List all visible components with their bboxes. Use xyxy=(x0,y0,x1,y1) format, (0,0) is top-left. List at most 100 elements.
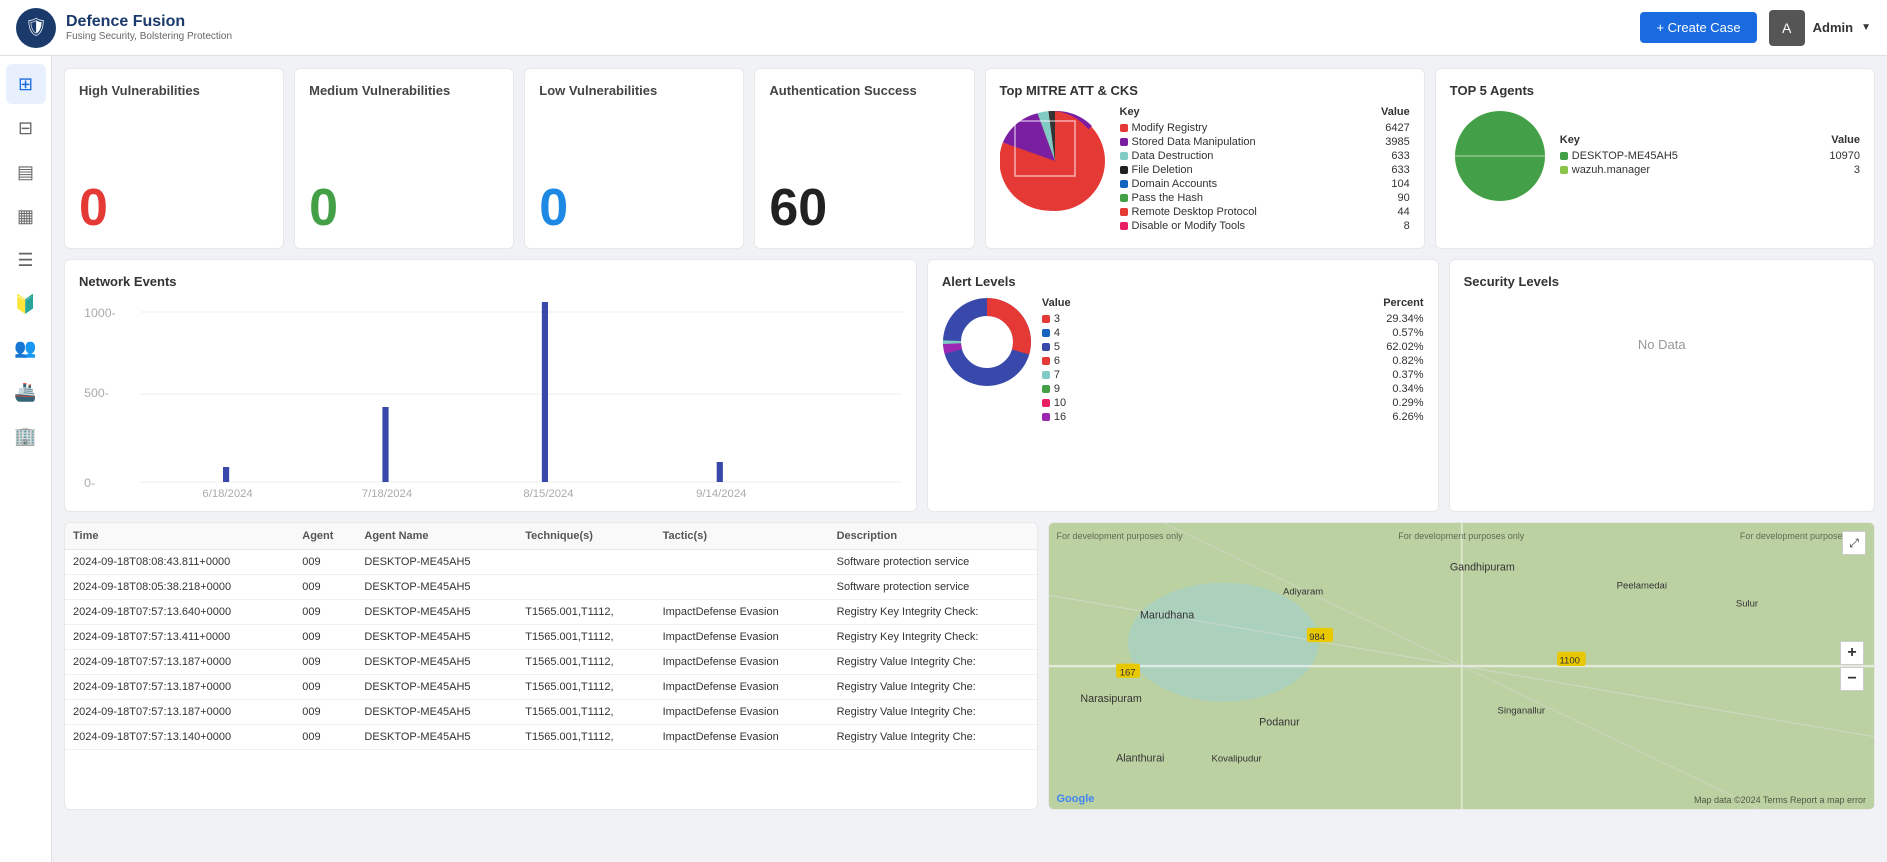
sidebar-item-shield[interactable]: 🔰 xyxy=(6,284,46,324)
alert-percent: 6.26% xyxy=(1392,411,1423,423)
create-case-button[interactable]: + Create Case xyxy=(1640,12,1756,43)
cell-time: 2024-09-18T07:57:13.187+0000 xyxy=(65,700,294,725)
alert-key: 16 xyxy=(1042,411,1066,423)
cell-tactics: ImpactDefense Evasion xyxy=(655,625,829,650)
legend-label: Stored Data Manipulation xyxy=(1132,136,1256,148)
sidebar-item-list[interactable]: ☰ xyxy=(6,240,46,280)
network-chart-area: 1000- 500- 0- 6/ xyxy=(79,297,902,497)
alert-label: 4 xyxy=(1054,327,1060,339)
app-title: Defence Fusion xyxy=(66,13,232,31)
cell-agent: 009 xyxy=(294,650,356,675)
alert-label: 3 xyxy=(1054,313,1060,325)
sidebar-item-building[interactable]: 🏢 xyxy=(6,416,46,456)
legend-dot xyxy=(1042,399,1050,407)
security-no-data: No Data xyxy=(1464,337,1860,352)
alert-legend-row: 100.29% xyxy=(1042,397,1424,409)
cell-agent-name: DESKTOP-ME45AH5 xyxy=(356,625,517,650)
col-agent-name: Agent Name xyxy=(356,523,517,550)
mitre-legend: Key Value Modify Registry6427Stored Data… xyxy=(1120,106,1410,234)
alert-key: 6 xyxy=(1042,355,1060,367)
cell-tactics: ImpactDefense Evasion xyxy=(655,650,829,675)
map-expand-button[interactable]: ⤢ xyxy=(1842,531,1866,555)
svg-text:500-: 500- xyxy=(84,386,109,400)
table-row[interactable]: 2024-09-18T08:08:43.811+0000 009 DESKTOP… xyxy=(65,550,1037,575)
cell-agent-name: DESKTOP-ME45AH5 xyxy=(356,650,517,675)
alert-percent: 0.82% xyxy=(1392,355,1423,367)
svg-text:Singanallur: Singanallur xyxy=(1497,706,1545,717)
cell-agent-name: DESKTOP-ME45AH5 xyxy=(356,725,517,750)
cell-description: Software protection service xyxy=(829,550,1037,575)
high-vuln-card: High Vulnerabilities 0 xyxy=(64,68,284,249)
cell-time: 2024-09-18T08:08:43.811+0000 xyxy=(65,550,294,575)
legend-label: wazuh.manager xyxy=(1572,164,1650,176)
legend-key: Stored Data Manipulation xyxy=(1120,136,1256,148)
alert-percent: 29.34% xyxy=(1386,313,1423,325)
cell-tactics: ImpactDefense Evasion xyxy=(655,675,829,700)
svg-text:1100: 1100 xyxy=(1559,656,1579,667)
sidebar-item-menu1[interactable]: ▤ xyxy=(6,152,46,192)
sidebar-item-grid[interactable]: ⊞ xyxy=(6,64,46,104)
table-row[interactable]: 2024-09-18T07:57:13.187+0000 009 DESKTOP… xyxy=(65,650,1037,675)
legend-label: Pass the Hash xyxy=(1132,192,1204,204)
cell-agent: 009 xyxy=(294,550,356,575)
alert-levels-title: Alert Levels xyxy=(942,274,1424,289)
sidebar-item-collapse[interactable]: ⊟ xyxy=(6,108,46,148)
map-card: Marudhana Adiyaram Gandhipuram Peelameda… xyxy=(1048,522,1876,810)
legend-dot xyxy=(1042,343,1050,351)
admin-area[interactable]: A Admin ▼ xyxy=(1769,10,1871,46)
auth-success-value: 60 xyxy=(769,182,827,234)
legend-key: Disable or Modify Tools xyxy=(1120,220,1246,232)
agents-key-header: Key xyxy=(1560,134,1580,146)
security-levels-title: Security Levels xyxy=(1464,274,1860,289)
table-row[interactable]: 2024-09-18T07:57:13.187+0000 009 DESKTOP… xyxy=(65,675,1037,700)
low-vuln-value: 0 xyxy=(539,182,568,234)
sidebar-item-ship[interactable]: 🚢 xyxy=(6,372,46,412)
map-placeholder: Marudhana Adiyaram Gandhipuram Peelameda… xyxy=(1049,523,1875,809)
svg-text:1000-: 1000- xyxy=(84,306,116,320)
legend-value: 6427 xyxy=(1385,122,1409,134)
table-row[interactable]: 2024-09-18T07:57:13.187+0000 009 DESKTOP… xyxy=(65,700,1037,725)
logo-area: 🛡 Defence Fusion Fusing Security, Bolste… xyxy=(16,8,232,48)
map-zoom-in-button[interactable]: + xyxy=(1840,641,1864,665)
cell-tactics: ImpactDefense Evasion xyxy=(655,600,829,625)
cell-agent: 009 xyxy=(294,600,356,625)
header-right: + Create Case A Admin ▼ xyxy=(1640,10,1871,46)
dev-label-1: For development purposes only xyxy=(1057,531,1183,541)
svg-text:Adiyaram: Adiyaram xyxy=(1282,587,1322,598)
mitre-card: Top MITRE ATT & CKS xyxy=(985,68,1425,249)
legend-dot xyxy=(1120,166,1128,174)
mitre-key-header: Key xyxy=(1120,106,1140,118)
medium-vuln-card: Medium Vulnerabilities 0 xyxy=(294,68,514,249)
cell-time: 2024-09-18T07:57:13.411+0000 xyxy=(65,625,294,650)
svg-text:9/14/2024: 9/14/2024 xyxy=(696,488,746,497)
table-row[interactable]: 2024-09-18T08:05:38.218+0000 009 DESKTOP… xyxy=(65,575,1037,600)
svg-text:8/15/2024: 8/15/2024 xyxy=(523,488,573,497)
map-zoom-controls: + − xyxy=(1840,641,1864,691)
mitre-legend-row: Remote Desktop Protocol44 xyxy=(1120,206,1410,218)
table-row[interactable]: 2024-09-18T07:57:13.140+0000 009 DESKTOP… xyxy=(65,725,1037,750)
cell-description: Registry Key Integrity Check: xyxy=(829,600,1037,625)
alert-label: 6 xyxy=(1054,355,1060,367)
legend-value: 104 xyxy=(1391,178,1409,190)
alert-legend-row: 90.34% xyxy=(1042,383,1424,395)
mitre-legend-rows: Modify Registry6427Stored Data Manipulat… xyxy=(1120,122,1410,232)
sidebar-item-users[interactable]: 👥 xyxy=(6,328,46,368)
events-table: Time Agent Agent Name Technique(s) Tacti… xyxy=(65,523,1037,750)
table-row[interactable]: 2024-09-18T07:57:13.640+0000 009 DESKTOP… xyxy=(65,600,1037,625)
cell-description: Registry Value Integrity Che: xyxy=(829,700,1037,725)
legend-dot xyxy=(1042,357,1050,365)
map-svg: Marudhana Adiyaram Gandhipuram Peelameda… xyxy=(1049,523,1875,809)
alert-value-header: Value xyxy=(1042,297,1071,309)
top-cards-row: High Vulnerabilities 0 Medium Vulnerabil… xyxy=(64,68,1875,249)
map-zoom-out-button[interactable]: − xyxy=(1840,667,1864,691)
legend-label: Remote Desktop Protocol xyxy=(1132,206,1257,218)
mitre-legend-header: Key Value xyxy=(1120,106,1410,118)
app-subtitle: Fusing Security, Bolstering Protection xyxy=(66,31,232,42)
alert-percent: 62.02% xyxy=(1386,341,1423,353)
legend-label: Data Destruction xyxy=(1132,150,1214,162)
legend-key: Remote Desktop Protocol xyxy=(1120,206,1257,218)
sidebar-item-menu2[interactable]: ▦ xyxy=(6,196,46,236)
alert-legend-row: 3 29.34% xyxy=(1042,313,1424,325)
table-row[interactable]: 2024-09-18T07:57:13.411+0000 009 DESKTOP… xyxy=(65,625,1037,650)
mitre-title: Top MITRE ATT & CKS xyxy=(1000,83,1410,98)
